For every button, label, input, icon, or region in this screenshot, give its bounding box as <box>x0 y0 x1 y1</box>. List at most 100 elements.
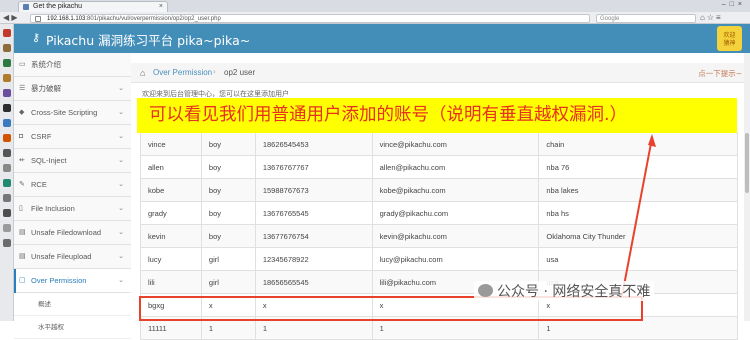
menu-item-label: Unsafe Fileupload <box>31 252 92 261</box>
scrollbar-thumb[interactable] <box>745 133 749 193</box>
download-icon: ▤ <box>19 229 26 236</box>
menu-item-over-permission[interactable]: ▢ Over Permission ⌄ <box>14 269 131 293</box>
submenu-label: 概述 <box>38 300 51 308</box>
chevron-down-icon: ⌄ <box>118 229 124 236</box>
fork-icon: ⇷ <box>19 157 25 164</box>
search-placeholder: Google <box>600 16 620 22</box>
table-cell: boy <box>200 132 256 156</box>
menu-item-bruteforce[interactable]: ☰ 暴力破解 ⌄ <box>14 77 131 101</box>
addon-icon[interactable] <box>3 29 11 37</box>
file-icon: ▯ <box>19 205 23 212</box>
watermark-text: 公众号 · 网络安全真不难 <box>497 284 651 300</box>
table-row: allen boy 13676767767 allen@pikachu.com nba … <box>140 155 738 179</box>
addon-icon[interactable] <box>3 134 11 142</box>
addon-icon[interactable] <box>3 59 11 67</box>
table-cell: kobe@pikachu.com <box>371 178 540 202</box>
menu-item-file-inclusion[interactable]: ▯ File Inclusion ⌄ <box>14 197 131 221</box>
menu-item-fileupload[interactable]: ▤ Unsafe Fileupload ⌄ <box>14 245 131 269</box>
url-field[interactable]: 192.168.1.103:801/pikachu/vul/overpermis… <box>30 14 590 23</box>
table-cell: 13677676754 <box>254 224 373 248</box>
addon-icon[interactable] <box>3 209 11 217</box>
addon-icon[interactable] <box>3 44 11 52</box>
toolbar-icons[interactable]: ⌂☆≡ <box>700 13 723 22</box>
hint-link[interactable]: 点一下提示~ <box>698 68 742 79</box>
table-row: vince boy 18626545453 vince@pikachu.com chai… <box>140 132 738 156</box>
addon-icon[interactable] <box>3 89 11 97</box>
breadcrumb-separator-icon: › <box>213 67 216 76</box>
tab-title: Get the pikachu <box>33 3 83 10</box>
table-cell: girl <box>200 247 256 271</box>
menu-item-csrf[interactable]: ◘ CSRF ⌄ <box>14 125 131 149</box>
table-cell: kevin <box>140 224 202 248</box>
site-info-icon <box>35 16 41 22</box>
close-tab-icon[interactable]: × <box>159 2 163 12</box>
tag-icon: ◆ <box>19 109 25 116</box>
pencil-icon: ✎ <box>19 181 25 188</box>
submenu-label: 水平越权 <box>38 323 64 331</box>
table-cell: vince@pikachu.com <box>371 132 540 156</box>
navigation-bar: ◀ ▶ 192.168.1.103:801/pikachu/vul/overpe… <box>0 12 750 24</box>
addon-icon[interactable] <box>3 179 11 187</box>
addon-icon[interactable] <box>3 119 11 127</box>
table-cell: allen <box>140 155 202 179</box>
table-cell: vince <box>140 132 202 156</box>
submenu-item-horizontal[interactable]: 水平越权 <box>14 316 131 339</box>
table-cell: girl <box>200 270 256 294</box>
addon-icon[interactable] <box>3 74 11 82</box>
menu-item-filedownload[interactable]: ▤ Unsafe Filedownload ⌄ <box>14 221 131 245</box>
table-cell: 13676765545 <box>254 201 373 225</box>
addon-icon[interactable] <box>3 149 11 157</box>
menu-item-intro[interactable]: ▭ 系统介绍 <box>14 53 131 77</box>
wechat-icon <box>478 284 493 297</box>
menu-item-rce[interactable]: ✎ RCE ⌄ <box>14 173 131 197</box>
chevron-down-icon: ⌄ <box>118 157 124 164</box>
table-row: kevin boy 13677676754 kevin@pikachu.com Okla… <box>140 224 738 248</box>
table-row: grady boy 13676765545 grady@pikachu.com nba … <box>140 201 738 225</box>
submenu-item-overview[interactable]: 概述 <box>14 293 131 316</box>
table-cell: kevin@pikachu.com <box>371 224 540 248</box>
addon-icon[interactable] <box>3 224 11 232</box>
menu-item-label: RCE <box>31 180 47 189</box>
table-cell: boy <box>200 155 256 179</box>
chevron-down-icon: ⌄ <box>118 253 124 260</box>
key-icon: ⚷ <box>32 32 41 44</box>
menu-item-label: File Inclusion <box>31 204 75 213</box>
chevron-down-icon: ⌄ <box>118 205 124 212</box>
table-cell: 15988767673 <box>254 178 373 202</box>
menu-item-label: Over Permission <box>31 276 87 285</box>
favicon-icon <box>23 4 29 10</box>
table-cell: chain <box>538 132 738 156</box>
chevron-down-icon: ⌄ <box>118 277 124 284</box>
addon-icon[interactable] <box>3 194 11 202</box>
menu-item-xss[interactable]: ◆ Cross-Site Scripting ⌄ <box>14 101 131 125</box>
upload-icon: ▤ <box>19 253 26 260</box>
table-cell: nba 76 <box>538 155 738 179</box>
browser-tab[interactable]: Get the pikachu × <box>18 1 168 12</box>
addon-icon[interactable] <box>3 239 11 247</box>
breadcrumb-current: op2 user <box>224 68 256 77</box>
search-field[interactable]: Google <box>596 14 696 23</box>
addon-icon[interactable] <box>3 164 11 172</box>
addon-icon[interactable] <box>3 104 11 112</box>
table-cell: boy <box>200 224 256 248</box>
table-cell: boy <box>200 178 256 202</box>
chevron-down-icon: ⌄ <box>118 133 124 140</box>
shield-icon: ◘ <box>19 133 24 140</box>
page-scrollbar[interactable] <box>744 53 750 321</box>
breadcrumb-parent-link[interactable]: Over Permission <box>153 68 212 77</box>
url-host: 192.168.1.103 <box>47 16 86 22</box>
window-controls[interactable]: –□× <box>722 1 746 8</box>
table-cell: grady@pikachu.com <box>371 201 540 225</box>
table-cell: 12345678922 <box>254 247 373 271</box>
home-icon[interactable]: ⌂ <box>140 68 145 78</box>
avatar[interactable]: 欢迎 猿神 <box>717 26 742 51</box>
menu-item-sqli[interactable]: ⇷ SQL-Inject ⌄ <box>14 149 131 173</box>
table-cell: 13676767767 <box>254 155 373 179</box>
back-forward-icon[interactable]: ◀ ▶ <box>3 13 18 22</box>
watermark: 公众号 · 网络安全真不难 <box>474 281 655 301</box>
table-cell: 18656565545 <box>254 270 373 294</box>
annotation-banner: 可以看见我们用普通用户添加的账号（说明有垂直越权漏洞.） <box>137 98 737 133</box>
app-title[interactable]: Pikachu 漏洞练习平台 pika~pika~ <box>46 30 250 49</box>
table-row: lucy girl 12345678922 lucy@pikachu.com usa <box>140 247 738 271</box>
app-header: ⚷ Pikachu 漏洞练习平台 pika~pika~ 欢迎 猿神 <box>14 24 750 53</box>
